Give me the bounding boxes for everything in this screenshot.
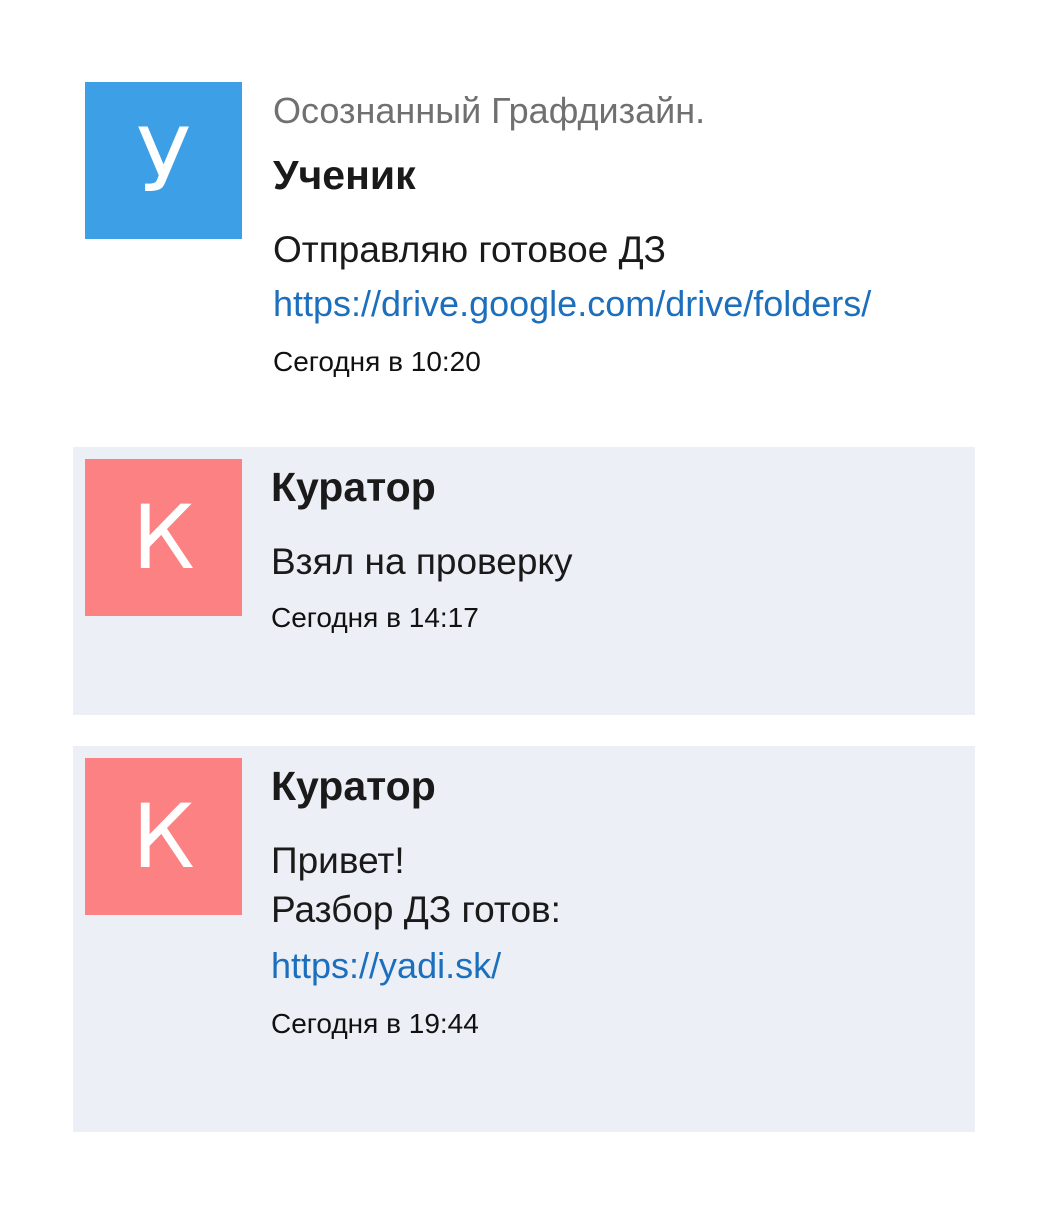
message-text: Разбор ДЗ готов: [271,889,561,930]
avatar-student[interactable]: У [85,82,242,239]
message-curator: К Куратор Взял на проверку Сегодня в 14:… [73,447,975,715]
message-text: Привет! [271,840,405,881]
sender-name[interactable]: Куратор [271,760,965,812]
sender-name[interactable]: Ученик [273,149,1040,201]
message-curator: К Куратор Привет! Разбор ДЗ готов: https… [73,746,975,1132]
message-timestamp: Сегодня в 14:17 [271,602,479,633]
avatar-curator[interactable]: К [85,459,242,616]
drive-link[interactable]: https://drive.google.com/drive/folders/ [273,280,1040,328]
message-student: У Осознанный Графдизайн. Ученик Отправля… [75,75,1050,447]
yadisk-link[interactable]: https://yadi.sk/ [271,942,965,990]
message-timestamp: Сегодня в 19:44 [271,1008,479,1039]
message-body: Куратор Привет! Разбор ДЗ готов: https:/… [271,760,965,1042]
sender-name[interactable]: Куратор [271,461,965,513]
message-body: Осознанный Графдизайн. Ученик Отправляю … [273,89,1040,380]
message-timestamp: Сегодня в 10:20 [273,346,481,377]
message-text: Взял на проверку [271,541,573,582]
message-text: Отправляю готовое ДЗ [273,229,667,270]
message-body: Куратор Взял на проверку Сегодня в 14:17 [271,461,965,636]
avatar-curator[interactable]: К [85,758,242,915]
message-thread: У Осознанный Графдизайн. Ученик Отправля… [0,0,1050,1225]
group-name[interactable]: Осознанный Графдизайн. [273,89,1040,133]
